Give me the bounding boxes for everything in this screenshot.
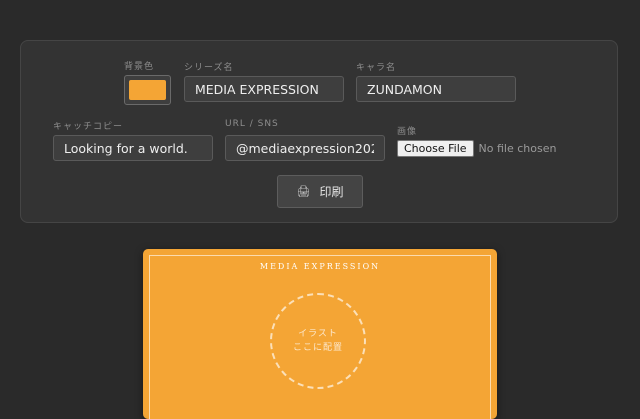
print-button-label: 印刷 <box>319 185 344 199</box>
print-button[interactable]: 🖨 印刷 <box>277 175 363 208</box>
printer-icon: 🖨 <box>296 185 311 198</box>
illustration-placeholder: イラスト ここに配置 <box>270 293 366 389</box>
bg-color-swatch <box>129 80 166 100</box>
character-name-label: キャラ名 <box>356 63 397 73</box>
choose-file-button[interactable]: Choose File <box>397 140 474 157</box>
catchcopy-label: キャッチコピー <box>53 122 124 132</box>
illustration-placeholder-line1: イラスト <box>298 329 338 339</box>
preview-card: MEDIA EXPRESSION イラスト ここに配置 <box>143 249 497 419</box>
illustration-placeholder-line2: ここに配置 <box>292 343 343 353</box>
series-name-label: シリーズ名 <box>184 63 234 73</box>
card-series-title: MEDIA EXPRESSION <box>259 262 381 271</box>
series-name-input[interactable] <box>184 76 344 102</box>
character-name-input[interactable] <box>356 76 516 102</box>
settings-panel: 背景色 シリーズ名 キャラ名 キャッチコピー URL / SNS 画像 Choo… <box>20 40 618 223</box>
card-inner-border: MEDIA EXPRESSION イラスト ここに配置 <box>149 255 491 419</box>
url-label: URL / SNS <box>225 119 279 129</box>
catchcopy-input[interactable] <box>53 135 213 161</box>
file-status-text: No file chosen <box>478 142 557 155</box>
image-file-input[interactable]: Choose File No file chosen <box>397 140 556 157</box>
image-label: 画像 <box>397 127 418 137</box>
bg-color-picker[interactable] <box>124 75 171 105</box>
bg-color-label: 背景色 <box>124 62 155 72</box>
url-input[interactable] <box>225 135 385 161</box>
